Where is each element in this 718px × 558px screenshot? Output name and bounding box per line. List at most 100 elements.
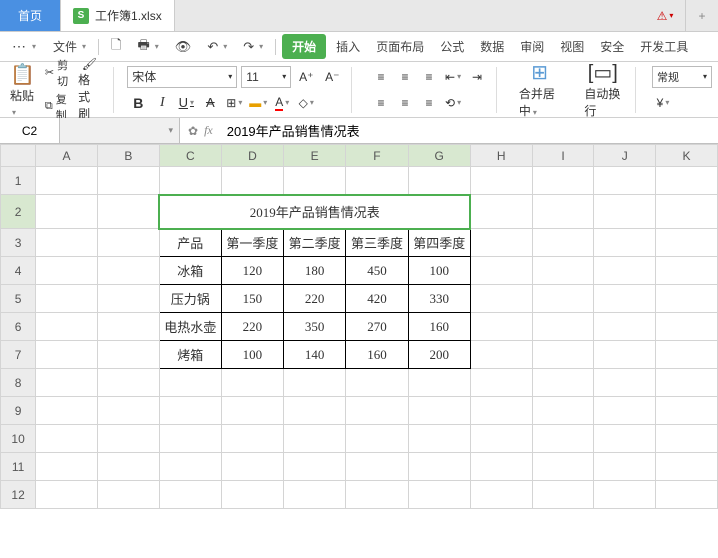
cell[interactable]: 150	[221, 285, 283, 313]
cell[interactable]: 220	[284, 285, 346, 313]
preview-icon[interactable]: 👁	[169, 35, 198, 59]
row-header[interactable]: 6	[1, 313, 36, 341]
row-header[interactable]: 9	[1, 397, 36, 425]
menu-view[interactable]: 视图	[554, 34, 590, 59]
cell[interactable]: 330	[408, 285, 470, 313]
font-size-select[interactable]: 11 ▾	[241, 66, 291, 88]
cell[interactable]: 140	[284, 341, 346, 369]
name-box[interactable]	[0, 118, 59, 143]
align-bottom-button[interactable]: ≡	[418, 66, 440, 88]
menu-review[interactable]: 审阅	[514, 34, 550, 59]
col-header[interactable]: I	[532, 145, 594, 167]
cell[interactable]: 270	[346, 313, 408, 341]
row-header[interactable]: 4	[1, 257, 36, 285]
menu-data[interactable]: 数据	[474, 34, 510, 59]
undo-icon[interactable]: ↶	[201, 35, 233, 59]
underline-button[interactable]: U	[175, 92, 197, 114]
decrease-font-button[interactable]: A⁻	[321, 66, 343, 88]
col-header[interactable]: C	[159, 145, 221, 167]
row-header[interactable]: 8	[1, 369, 36, 397]
cell[interactable]: 产品	[159, 229, 221, 257]
cell[interactable]: 350	[284, 313, 346, 341]
formula-input[interactable]	[221, 118, 718, 143]
menu-security[interactable]: 安全	[594, 34, 630, 59]
menu-layout[interactable]: 页面布局	[370, 34, 430, 59]
col-header[interactable]: H	[470, 145, 532, 167]
cell[interactable]: 160	[408, 313, 470, 341]
cell[interactable]: 420	[346, 285, 408, 313]
row-header[interactable]: 12	[1, 481, 36, 509]
align-right-button[interactable]: ≡	[418, 92, 440, 114]
cell[interactable]: 第二季度	[284, 229, 346, 257]
menu-start[interactable]: 开始	[282, 34, 326, 59]
cell[interactable]: 220	[221, 313, 283, 341]
menu-insert[interactable]: 插入	[330, 34, 366, 59]
cell[interactable]: 第三季度	[346, 229, 408, 257]
clear-format-button[interactable]: ◇	[295, 92, 317, 114]
menu-formula[interactable]: 公式	[434, 34, 470, 59]
row-header[interactable]: 7	[1, 341, 36, 369]
cell[interactable]: 烤箱	[159, 341, 221, 369]
fx-icon[interactable]: fx	[204, 123, 213, 138]
indent-left-button[interactable]: ⇤	[442, 66, 464, 88]
wrap-text-button[interactable]: [▭] 自动换行	[578, 58, 627, 121]
add-tab-button[interactable]: +	[686, 0, 718, 31]
row-header[interactable]: 5	[1, 285, 36, 313]
select-all-corner[interactable]	[1, 145, 36, 167]
col-header[interactable]: A	[36, 145, 98, 167]
col-header[interactable]: E	[284, 145, 346, 167]
cell[interactable]: 第四季度	[408, 229, 470, 257]
cut-button[interactable]: ✂ 剪切	[45, 57, 68, 89]
cell-title[interactable]: 2019年产品销售情况表	[159, 195, 470, 229]
print-icon[interactable]: 🖶	[132, 32, 165, 62]
spreadsheet-grid[interactable]: A B C D E F G H I J K 1 2 2019年产品销售情况表 3…	[0, 144, 718, 556]
row-header[interactable]: 10	[1, 425, 36, 453]
paste-button[interactable]: 📋 粘贴	[6, 60, 39, 120]
cell[interactable]: 200	[408, 341, 470, 369]
bold-button[interactable]: B	[127, 92, 149, 114]
row-header[interactable]: 3	[1, 229, 36, 257]
col-header[interactable]: J	[594, 145, 656, 167]
save-icon[interactable]: 🗋	[105, 32, 127, 62]
col-header[interactable]: K	[656, 145, 718, 167]
cell[interactable]: 120	[221, 257, 283, 285]
cell[interactable]: 第一季度	[221, 229, 283, 257]
cell[interactable]: 160	[346, 341, 408, 369]
name-box-dropdown[interactable]: ▾	[60, 118, 180, 143]
row-header[interactable]: 2	[1, 195, 36, 229]
warning-icon[interactable]: ⚠▾	[645, 0, 685, 31]
col-header[interactable]: G	[408, 145, 470, 167]
row-header[interactable]: 11	[1, 453, 36, 481]
font-name-select[interactable]: 宋体 ▾	[127, 66, 237, 88]
align-middle-button[interactable]: ≡	[394, 66, 416, 88]
cell[interactable]: 冰箱	[159, 257, 221, 285]
align-left-button[interactable]: ≡	[370, 92, 392, 114]
align-center-button[interactable]: ≡	[394, 92, 416, 114]
border-button[interactable]: ⊞	[223, 92, 245, 114]
tab-home[interactable]: 首页	[0, 0, 61, 31]
increase-font-button[interactable]: A⁺	[295, 66, 317, 88]
col-header[interactable]: B	[97, 145, 159, 167]
strike-button[interactable]: A	[199, 92, 221, 114]
cell[interactable]: 450	[346, 257, 408, 285]
indent-right-button[interactable]: ⇥	[466, 66, 488, 88]
italic-button[interactable]: I	[151, 92, 173, 114]
fill-color-button[interactable]: ▬	[247, 92, 269, 114]
col-header[interactable]: D	[221, 145, 283, 167]
fx-insert-icon[interactable]: ✿	[188, 124, 198, 138]
menu-dev[interactable]: 开发工具	[634, 34, 694, 59]
align-top-button[interactable]: ≡	[370, 66, 392, 88]
redo-icon[interactable]: ↷	[237, 35, 269, 59]
row-header[interactable]: 1	[1, 167, 36, 195]
cell[interactable]: 100	[221, 341, 283, 369]
cell[interactable]: 电热水壶	[159, 313, 221, 341]
col-header[interactable]: F	[346, 145, 408, 167]
format-brush-button[interactable]: 🖌 格式刷	[74, 55, 104, 124]
currency-button[interactable]: ¥	[652, 92, 674, 114]
number-format-select[interactable]: 常规 ▾	[652, 66, 712, 88]
cell[interactable]: 压力锅	[159, 285, 221, 313]
tab-workbook[interactable]: S 工作簿1.xlsx	[61, 0, 175, 31]
orientation-button[interactable]: ⟲	[442, 92, 464, 114]
font-color-button[interactable]: A	[271, 92, 293, 114]
merge-center-button[interactable]: ⊞ 合并居中	[513, 58, 567, 121]
